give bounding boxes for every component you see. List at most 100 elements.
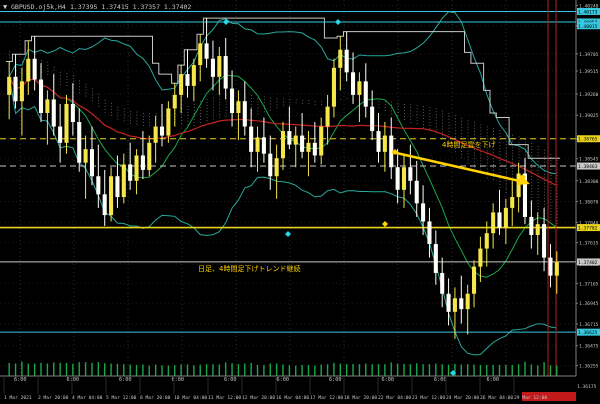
cloud-dot [505,189,507,191]
cloud-dot [206,108,208,109]
cloud-dot [85,83,87,85]
cloud-dot [117,109,119,111]
volume-bar [46,363,49,376]
cloud-dot [200,119,202,121]
cloud-dot [524,157,526,159]
cloud-dot [66,82,68,83]
volume-bar [78,362,80,376]
candle-body [274,158,279,177]
candle-body [242,101,247,127]
cloud-dot [499,181,501,183]
price-badge-label: 1.37402 [578,260,598,266]
cloud-dot [117,118,119,120]
volume-bar [218,364,221,376]
cloud-dot [212,106,214,108]
cloud-dot [480,169,482,171]
cloud-dot [505,183,507,185]
cloud-dot [225,106,227,108]
volume-bar [231,363,233,376]
time-tick-label: 4 Mar 04:00 [72,395,103,401]
cloud-dot [493,169,494,171]
volume-bar [275,363,278,376]
cloud-dot [544,152,545,154]
candle-body [134,155,139,181]
cloud-dot [537,155,539,157]
cloud-dot [537,188,539,190]
cloud-dot [289,102,291,103]
cloud-dot [403,113,405,114]
cloud-dot [550,153,552,155]
volume-bar [161,365,163,376]
volume-bar [549,365,552,376]
cloud-dot [136,123,138,125]
volume-bar [116,363,119,376]
candle-body [7,76,12,95]
cloud-dot [435,108,437,110]
cloud-dot [544,191,545,193]
cloud-dot [556,190,558,192]
cloud-dot [493,160,494,162]
cloud-dot [512,146,514,148]
candle-body [109,176,114,216]
candle-body [382,135,387,152]
cloud-dot [289,99,291,100]
cloud-dot [219,116,221,118]
candle-body [516,173,521,198]
cloud-dot [512,158,514,160]
cloud-dot [550,219,552,221]
volume-bar [486,364,488,376]
cloud-dot [512,170,514,172]
volume-bar [556,365,558,376]
cloud-dot [474,122,475,124]
volume-bar [307,364,310,376]
cloud-dot [403,116,405,117]
volume-bar [466,364,469,376]
cloud-dot [454,115,456,117]
cloud-dot [314,103,316,105]
volume-bar [345,364,348,376]
cloud-dot [480,124,482,126]
volume-bar [244,363,246,376]
volume-bar [154,364,157,376]
cloud-dot [60,78,61,80]
candle-body [395,167,400,190]
volume-bar [205,364,208,376]
cloud-dot [308,100,310,102]
cloud-dot [429,110,431,112]
volume-bar [282,364,284,376]
cloud-dot [474,164,475,166]
cloud-dot [429,128,431,130]
price-tick-label: 1.37165 [579,281,599,287]
time-tick-label: 26 Mar 04:00 [480,395,513,401]
cloud-dot [251,95,252,96]
cloud-dot [219,101,221,103]
cloud-dot [550,186,552,188]
candle-body [510,197,515,208]
cloud-dot [531,167,533,168]
cloud-dot [499,163,501,165]
cloud-dot [493,133,494,135]
time-tick-label: 17 Mar 12:00 [310,395,343,401]
price-chart[interactable]: 4時間足雲を下げ 日足、4時間足下げトレンド継続 ▼ GBPUSD.oj5k,H… [0,0,600,404]
cloud-dot [531,179,533,180]
cloud-dot [111,114,112,116]
cloud-dot [435,114,437,116]
cloud-dot [423,115,424,117]
time-tick-label: 11 Mar 12:00 [208,395,241,401]
cloud-dot [193,122,195,123]
candle-body [376,131,381,152]
cloud-dot [499,172,501,174]
ohlc-values: 1.37395 1.37415 1.37357 1.37402 [70,3,191,11]
cloud-dot [486,162,488,164]
candle-body [102,194,107,216]
cloud-dot [461,153,463,155]
cloud-dot [41,59,42,61]
session-label: 6:00 [119,377,132,383]
candle-body [459,298,464,310]
cloud-dot [467,123,469,125]
cloud-dot [91,97,93,99]
cloud-dot [117,115,119,117]
cloud-dot [111,102,112,104]
cloud-dot [524,145,526,147]
cloud-dot [544,200,545,202]
